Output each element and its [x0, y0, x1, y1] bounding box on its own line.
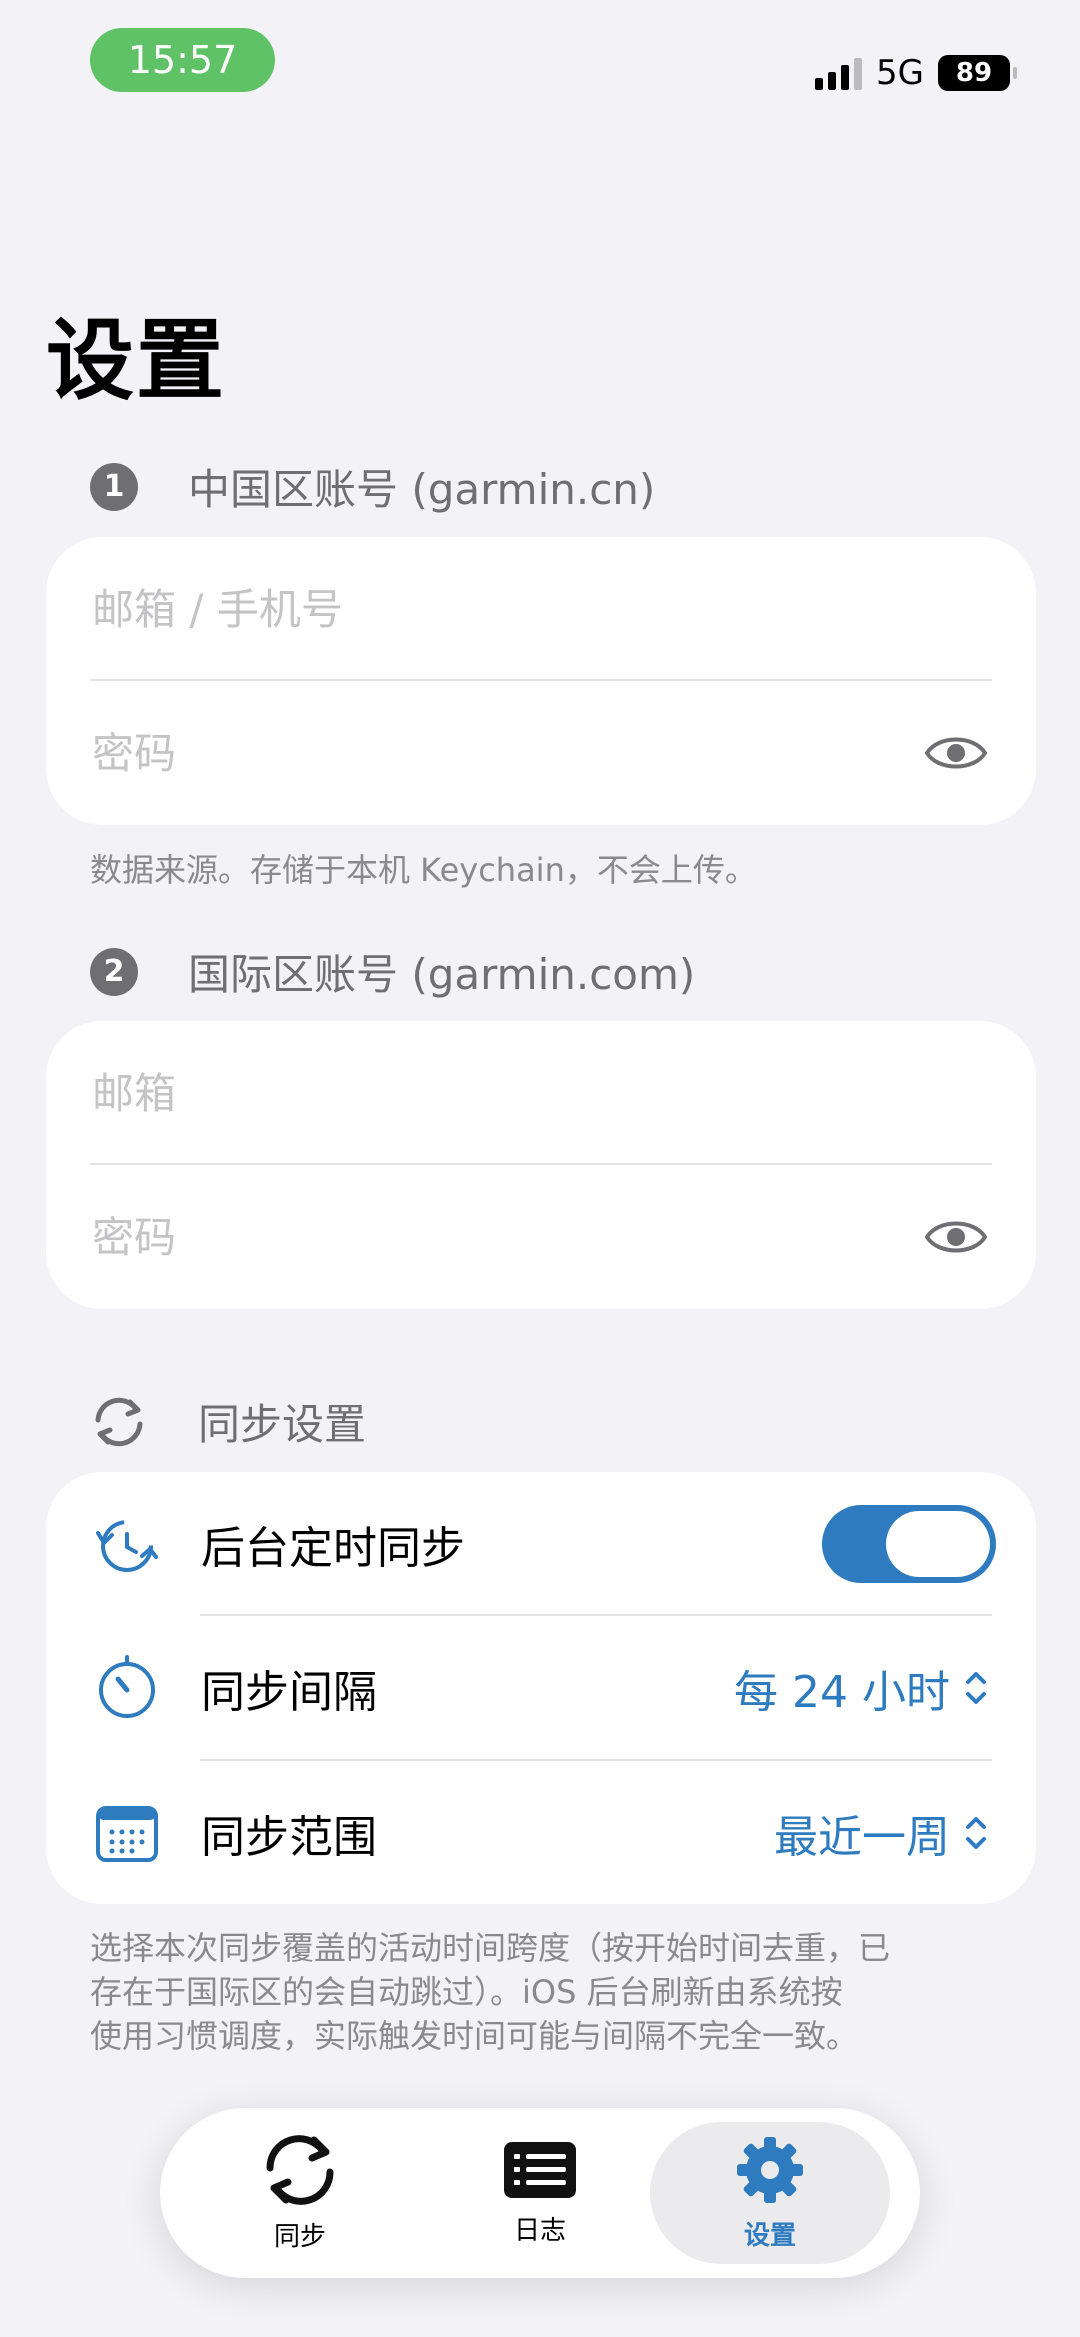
sync-interval-picker[interactable]: 每 24 小时: [734, 1656, 988, 1720]
list-icon: [504, 2141, 576, 2198]
cn-password-field[interactable]: [90, 681, 896, 825]
tab-log[interactable]: 日志: [420, 2122, 660, 2264]
tab-settings[interactable]: 设置: [650, 2122, 890, 2264]
cn-email-field[interactable]: [90, 537, 992, 681]
page-title: 设置: [46, 309, 227, 412]
sync-settings-card: 后台定时同步 同步间隔 每 24 小时 同步范围 最近一周: [46, 1472, 1036, 1904]
timer-icon: [99, 1655, 155, 1718]
cn-password-input[interactable]: [90, 727, 896, 779]
step-2-badge: 2: [90, 947, 138, 996]
tab-sync[interactable]: 同步: [180, 2122, 420, 2264]
sync-range-value: 最近一周: [774, 1812, 950, 1863]
intl-account-card: [46, 1021, 1036, 1309]
sync-interval-label: 同步间隔: [201, 1667, 377, 1718]
intl-password-field[interactable]: [90, 1165, 896, 1309]
cn-account-note: 数据来源。存储于本机 Keychain，不会上传。: [90, 851, 757, 889]
sync-note-line-3: 使用习惯调度，实际触发时间可能与间隔不完全一致。: [90, 2017, 859, 2055]
cn-account-header: 1 中国区账号 (garmin.cn): [90, 456, 655, 517]
battery-icon: 89: [938, 55, 1017, 91]
sync-range-label: 同步范围: [201, 1812, 377, 1863]
cn-email-input[interactable]: [90, 583, 992, 635]
tab-log-label: 日志: [513, 2215, 566, 2246]
intl-email-field[interactable]: [90, 1021, 992, 1165]
status-time: 15:57: [90, 28, 275, 92]
sync-note-line-1: 选择本次同步覆盖的活动时间跨度（按开始时间去重，已: [90, 1929, 891, 1967]
calendar-icon: [96, 1806, 158, 1862]
intl-email-input[interactable]: [90, 1067, 992, 1119]
tab-sync-label: 同步: [273, 2221, 326, 2252]
cn-account-title: 中国区账号 (garmin.cn): [188, 465, 656, 514]
toggle-knob: [886, 1511, 990, 1577]
cn-account-card: [46, 537, 1036, 825]
intl-account-title: 国际区账号 (garmin.com): [188, 950, 696, 999]
intl-password-input[interactable]: [90, 1211, 896, 1263]
step-1-badge: 1: [90, 462, 138, 511]
sync-settings-header: 同步设置: [90, 1391, 366, 1452]
chevron-up-down-icon: [966, 1672, 986, 1704]
background-sync-toggle[interactable]: [822, 1505, 996, 1583]
sync-note-line-2: 存在于国际区的会自动跳过）。iOS 后台刷新由系统按: [90, 1973, 843, 2011]
signal-icon: [815, 56, 863, 90]
show-password-eye-icon[interactable]: [924, 733, 988, 773]
status-indicators: 5G 89: [815, 48, 1017, 98]
sync-settings-note: 选择本次同步覆盖的活动时间跨度（按开始时间去重，已 存在于国际区的会自动跳过）。…: [90, 1926, 890, 2058]
sync-interval-row[interactable]: 同步间隔 每 24 小时: [46, 1616, 1036, 1760]
battery-level: 89: [955, 58, 993, 88]
sync-range-row[interactable]: 同步范围 最近一周: [46, 1761, 1036, 1905]
clock-arrows-icon: [96, 1520, 158, 1572]
sync-icon: [266, 2134, 334, 2205]
tab-bar: 同步 日志 设置: [160, 2108, 920, 2278]
sync-settings-title: 同步设置: [198, 1400, 367, 1449]
background-sync-row: 后台定时同步: [46, 1472, 1036, 1616]
intl-account-header: 2 国际区账号 (garmin.com): [90, 941, 695, 1002]
sync-icon: [95, 1397, 143, 1446]
network-type: 5G: [876, 53, 924, 93]
sync-range-picker[interactable]: 最近一周: [774, 1801, 988, 1865]
tab-settings-label: 设置: [743, 2220, 796, 2251]
sync-interval-value: 每 24 小时: [734, 1667, 950, 1718]
show-password-eye-icon[interactable]: [924, 1217, 988, 1257]
chevron-up-down-icon: [966, 1817, 986, 1849]
gear-icon: [737, 2136, 803, 2203]
background-sync-label: 后台定时同步: [201, 1523, 465, 1574]
